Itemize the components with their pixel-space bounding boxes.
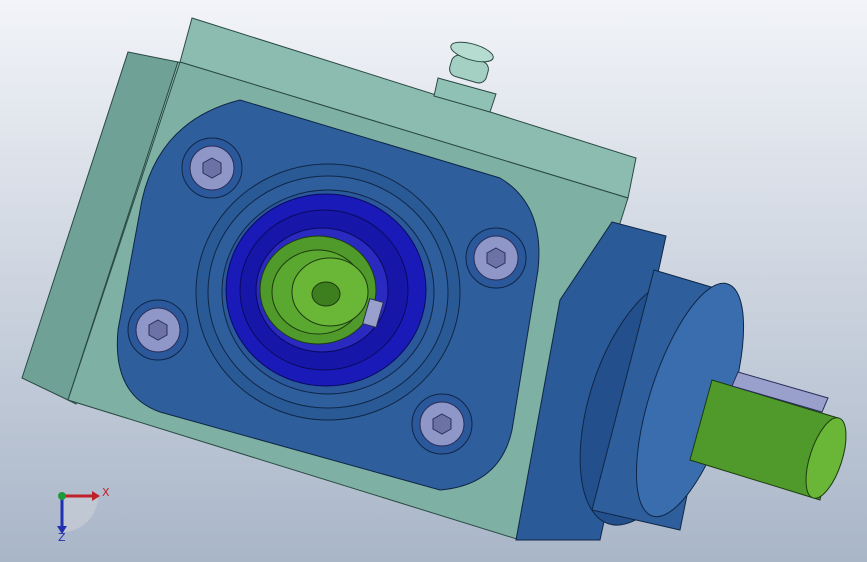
y-axis-dot <box>58 492 66 500</box>
gearbox-model[interactable] <box>0 0 867 562</box>
triad-z-label: Z <box>58 531 66 544</box>
graphics-viewport[interactable]: X Z <box>0 0 867 562</box>
coordinate-triad[interactable] <box>57 491 100 534</box>
bolt-left <box>127 299 189 361</box>
bolt-bottom <box>411 393 473 455</box>
triad-x-label: X <box>102 486 110 499</box>
bolt-right <box>465 227 527 289</box>
bolt-top-left <box>181 137 243 199</box>
triad-quadrant <box>62 496 98 532</box>
output-shaft <box>689 371 847 501</box>
